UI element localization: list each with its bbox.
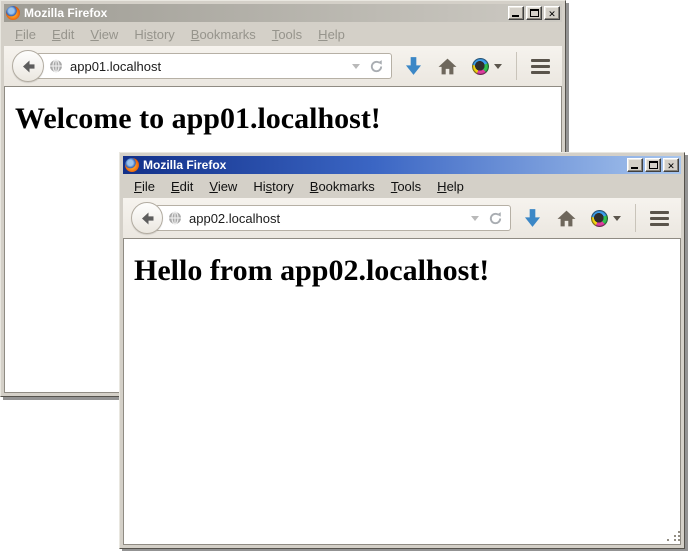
- page-content: Hello from app02.localhost!: [123, 239, 681, 545]
- url-text: app02.localhost: [189, 211, 280, 226]
- home-button[interactable]: [557, 210, 576, 227]
- search-engine-button[interactable]: [591, 210, 621, 227]
- search-dropdown-icon: [494, 64, 502, 69]
- minimize-button[interactable]: [508, 6, 524, 20]
- maximize-button[interactable]: [526, 6, 542, 20]
- back-arrow-icon: [21, 59, 36, 74]
- url-bar[interactable]: app02.localhost: [155, 205, 511, 231]
- menu-panel-button[interactable]: [531, 59, 550, 74]
- title-bar[interactable]: Mozilla Firefox: [123, 156, 681, 174]
- minimize-icon: [512, 15, 519, 17]
- firefox-logo-icon: [6, 6, 20, 20]
- menu-edit[interactable]: Edit: [163, 177, 201, 196]
- navigation-toolbar: app02.localhost: [123, 198, 681, 239]
- hamburger-icon: [650, 211, 669, 214]
- page-heading: Hello from app02.localhost!: [134, 254, 680, 288]
- google-search-icon: [591, 210, 608, 227]
- globe-icon: [49, 59, 63, 73]
- home-icon: [438, 58, 457, 75]
- maximize-icon: [530, 9, 539, 17]
- title-bar[interactable]: Mozilla Firefox: [4, 4, 562, 22]
- menu-bookmarks[interactable]: Bookmarks: [183, 25, 264, 44]
- menu-bar: File Edit View History Bookmarks Tools H…: [4, 22, 562, 46]
- search-engine-button[interactable]: [472, 58, 502, 75]
- hamburger-icon: [531, 59, 550, 62]
- menu-edit[interactable]: Edit: [44, 25, 82, 44]
- reload-button[interactable]: [369, 59, 384, 74]
- menu-file[interactable]: File: [7, 25, 44, 44]
- menu-tools[interactable]: Tools: [383, 177, 429, 196]
- reload-icon: [369, 59, 384, 74]
- menu-tools[interactable]: Tools: [264, 25, 310, 44]
- resize-grip[interactable]: [665, 529, 678, 542]
- close-icon: [667, 158, 675, 172]
- back-button[interactable]: [12, 50, 44, 82]
- toolbar-separator: [635, 204, 636, 232]
- maximize-button[interactable]: [645, 158, 661, 172]
- search-dropdown-icon: [613, 216, 621, 221]
- close-icon: [548, 6, 556, 20]
- reload-icon: [488, 211, 503, 226]
- menu-history[interactable]: History: [245, 177, 301, 196]
- menu-help[interactable]: Help: [429, 177, 472, 196]
- firefox-logo-icon: [125, 158, 139, 172]
- menu-history[interactable]: History: [126, 25, 182, 44]
- firefox-window-app02: Mozilla Firefox File Edit View History B…: [119, 152, 685, 549]
- page-heading: Welcome to app01.localhost!: [15, 102, 561, 136]
- download-button[interactable]: [404, 56, 423, 76]
- download-arrow-icon: [523, 208, 542, 228]
- minimize-button[interactable]: [627, 158, 643, 172]
- globe-icon: [168, 211, 182, 225]
- urlbar-dropdown-icon[interactable]: [471, 216, 479, 221]
- google-search-icon: [472, 58, 489, 75]
- close-button[interactable]: [663, 158, 679, 172]
- urlbar-dropdown-icon[interactable]: [352, 64, 360, 69]
- back-button[interactable]: [131, 202, 163, 234]
- toolbar-separator: [516, 52, 517, 80]
- menu-bar: File Edit View History Bookmarks Tools H…: [123, 174, 681, 198]
- maximize-icon: [649, 161, 658, 169]
- menu-file[interactable]: File: [126, 177, 163, 196]
- window-title: Mozilla Firefox: [24, 6, 107, 20]
- home-button[interactable]: [438, 58, 457, 75]
- menu-bookmarks[interactable]: Bookmarks: [302, 177, 383, 196]
- menu-panel-button[interactable]: [650, 211, 669, 226]
- window-title: Mozilla Firefox: [143, 158, 226, 172]
- minimize-icon: [631, 167, 638, 169]
- download-button[interactable]: [523, 208, 542, 228]
- download-arrow-icon: [404, 56, 423, 76]
- menu-view[interactable]: View: [201, 177, 245, 196]
- home-icon: [557, 210, 576, 227]
- navigation-toolbar: app01.localhost: [4, 46, 562, 87]
- url-bar[interactable]: app01.localhost: [36, 53, 392, 79]
- close-button[interactable]: [544, 6, 560, 20]
- menu-view[interactable]: View: [82, 25, 126, 44]
- url-text: app01.localhost: [70, 59, 161, 74]
- menu-help[interactable]: Help: [310, 25, 353, 44]
- back-arrow-icon: [140, 211, 155, 226]
- reload-button[interactable]: [488, 211, 503, 226]
